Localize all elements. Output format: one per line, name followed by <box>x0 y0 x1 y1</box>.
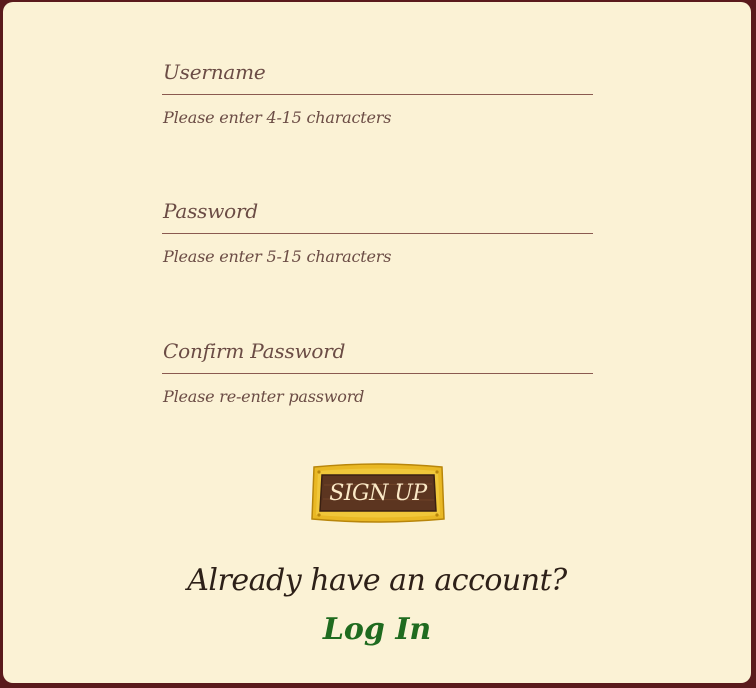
signup-button-label: SIGN UP <box>329 481 427 506</box>
username-field: Username Please enter 4-15 characters <box>162 54 593 127</box>
confirm-password-field: Confirm Password Please re-enter passwor… <box>162 333 593 406</box>
password-input[interactable]: Password <box>162 193 593 234</box>
signup-button[interactable]: SIGN UP <box>310 461 446 525</box>
password-field: Password Please enter 5-15 characters <box>162 193 593 266</box>
username-label: Username <box>163 60 266 84</box>
username-hint: Please enter 4-15 characters <box>163 108 392 127</box>
signup-panel: Username Please enter 4-15 characters Pa… <box>3 2 751 683</box>
confirm-password-label: Confirm Password <box>163 339 346 363</box>
confirm-password-hint: Please re-enter password <box>163 387 365 406</box>
login-link[interactable]: Log In <box>3 612 751 647</box>
password-label: Password <box>163 199 258 223</box>
username-input[interactable]: Username <box>162 54 593 95</box>
confirm-password-input[interactable]: Confirm Password <box>162 333 593 374</box>
already-have-account-text: Already have an account? <box>187 563 567 598</box>
password-hint: Please enter 5-15 characters <box>163 247 392 266</box>
